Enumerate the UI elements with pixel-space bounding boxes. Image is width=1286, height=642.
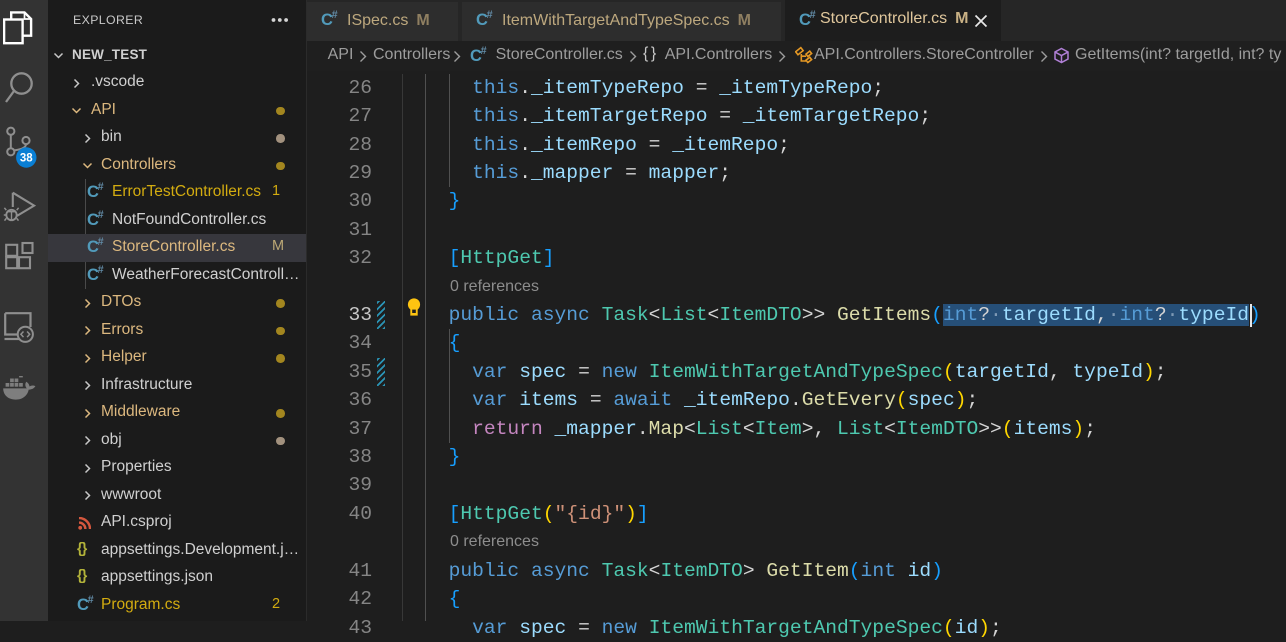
svg-text:38: 38 xyxy=(20,153,33,165)
